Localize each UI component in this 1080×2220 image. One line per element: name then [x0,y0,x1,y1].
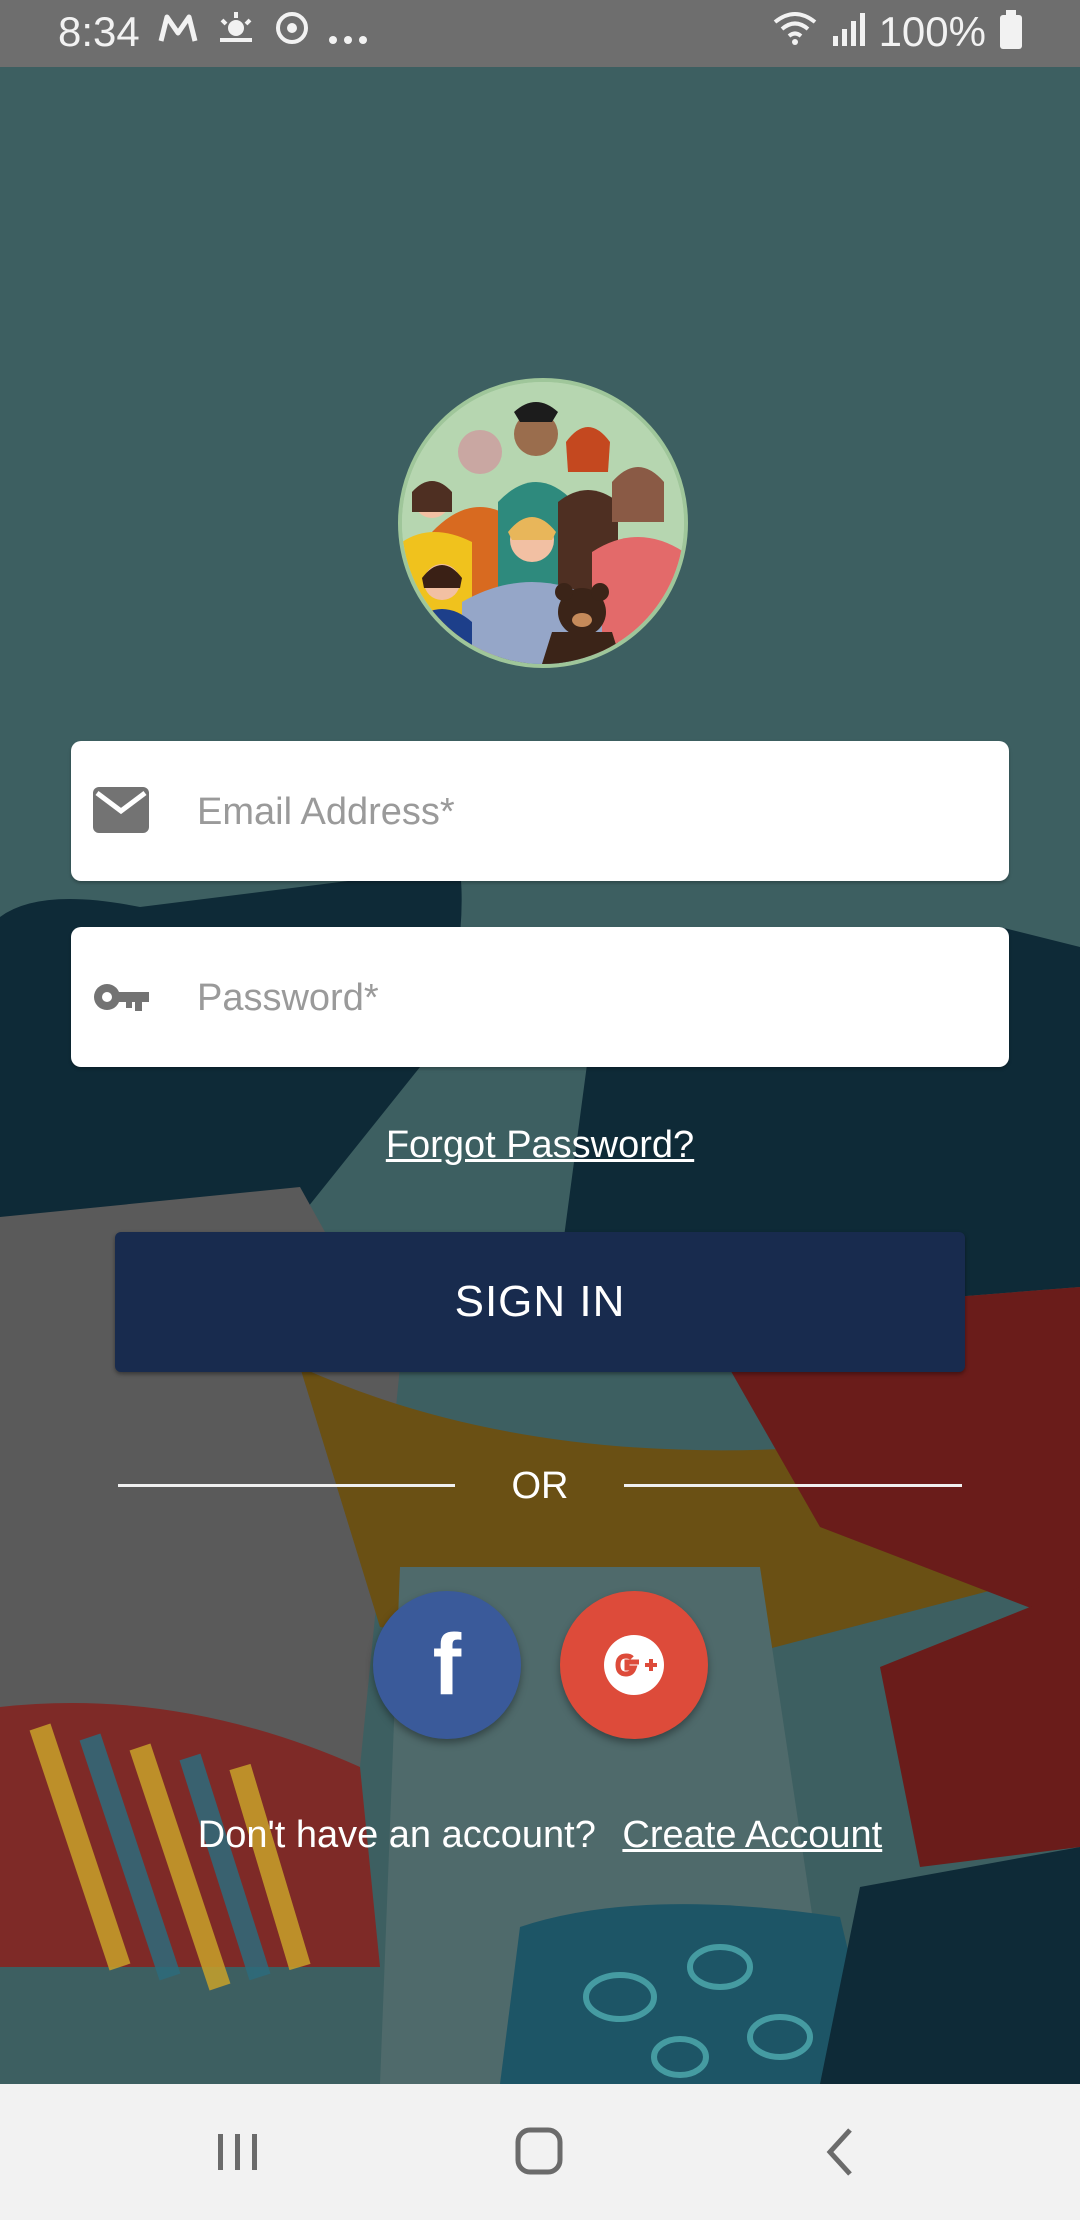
login-screen: Forgot Password? SIGN IN OR f Don't have… [0,67,1080,2084]
battery-percent: 100% [878,8,986,55]
email-field[interactable] [71,741,1009,883]
signup-row: Don't have an account? Create Account [0,1814,1080,1857]
background-illustration [0,67,1080,2084]
or-divider-right [624,1484,962,1487]
back-icon[interactable] [812,2124,872,2180]
battery-icon [1000,10,1022,49]
status-time: 8:34 [58,8,140,55]
email-input[interactable] [195,741,979,883]
create-account-link[interactable]: Create Account [622,1814,882,1856]
facebook-icon: f [432,1616,462,1713]
status-icons-right: 100% [773,8,1022,56]
weather-icon [216,10,256,56]
wifi-icon [773,8,817,56]
status-bar: 8:34 100% [0,0,1080,67]
recent-apps-icon[interactable] [208,2124,268,2180]
forgot-password-link[interactable]: Forgot Password? [0,1124,1080,1167]
or-label: OR [511,1465,569,1507]
status-icons-left [158,10,368,56]
or-divider-left [118,1484,455,1487]
facebook-login-button[interactable]: f [373,1591,521,1739]
signal-icon [831,8,865,56]
navigation-bar [0,2084,1080,2220]
password-input[interactable] [195,927,979,1069]
google-login-button[interactable] [560,1591,708,1739]
mail-icon [93,787,149,833]
sign-in-button[interactable]: SIGN IN [115,1232,965,1372]
password-field[interactable] [71,927,1009,1069]
sync-icon [274,10,310,56]
more-dots-icon [328,11,368,55]
google-plus-icon [604,1635,664,1695]
key-icon [94,984,149,1011]
gmail-m-icon [158,11,198,55]
home-icon[interactable] [510,2124,570,2180]
signup-prompt: Don't have an account? [197,1814,596,1856]
family-avatar-logo [398,378,688,668]
